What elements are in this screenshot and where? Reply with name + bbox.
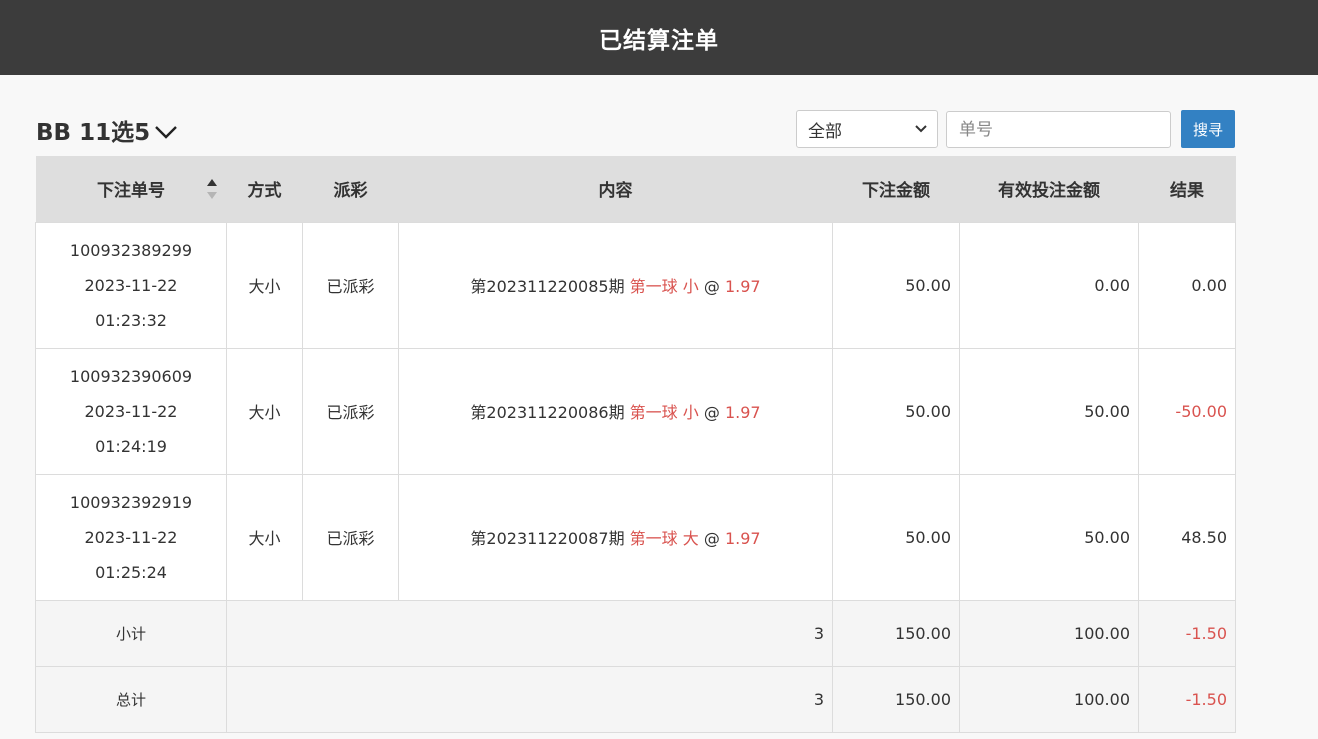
total-row: 总计 3 150.00 100.00 -1.50: [35, 665, 1236, 733]
method-cell: 大小: [226, 473, 303, 601]
method-cell: 大小: [226, 221, 303, 349]
table-row: 100932389299 2023-11-22 01:23:32 大小 已派彩 …: [35, 221, 1236, 349]
table-row: 100932390609 2023-11-22 01:24:19 大小 已派彩 …: [35, 347, 1236, 475]
valid-amount-cell: 50.00: [959, 473, 1139, 601]
content-odds: 1.97: [724, 403, 761, 422]
valid-amount-cell: 50.00: [959, 347, 1139, 475]
result-cell: -50.00: [1138, 347, 1236, 475]
column-header-valid-amount: 有效投注金额: [959, 156, 1139, 222]
order-date: 2023-11-22: [84, 401, 178, 421]
subtotal-label: 小计: [35, 599, 227, 667]
content-period: 第202311220086期: [470, 403, 625, 422]
content-period: 第202311220087期: [470, 529, 625, 548]
payout-cell: 已派彩: [302, 347, 399, 475]
column-header-order-no[interactable]: 下注单号: [35, 156, 227, 222]
game-selector[interactable]: BB 11选5: [36, 113, 178, 147]
order-time: 01:25:24: [95, 562, 167, 582]
subtotal-count: 3: [226, 599, 833, 667]
order-cell: 100932392919 2023-11-22 01:25:24: [35, 473, 227, 601]
subtotal-amount: 150.00: [832, 599, 960, 667]
content-period: 第202311220085期: [470, 277, 625, 296]
content-cell: 第202311220086期 第一球 小 @ 1.97: [398, 347, 833, 475]
bet-table: 下注单号 方式 派彩 内容 下注金额 有效投注金额 结果 10093238929…: [35, 156, 1236, 733]
subtotal-valid-amount: 100.00: [959, 599, 1139, 667]
chevron-down-icon: [155, 125, 177, 139]
amount-cell: 50.00: [832, 347, 960, 475]
subtotal-row: 小计 3 150.00 100.00 -1.50: [35, 599, 1236, 667]
content-odds: 1.97: [724, 277, 761, 296]
content-bet: 第一球 小: [629, 277, 699, 296]
sort-arrows-icon[interactable]: [206, 178, 218, 200]
order-time: 01:24:19: [95, 436, 167, 456]
status-filter-select[interactable]: 全部: [796, 110, 938, 148]
total-label: 总计: [35, 665, 227, 733]
content-odds: 1.97: [724, 529, 761, 548]
content-at: @: [703, 529, 720, 548]
payout-cell: 已派彩: [302, 221, 399, 349]
total-result: -1.50: [1138, 665, 1236, 733]
order-number: 100932389299: [69, 240, 193, 260]
column-header-result: 结果: [1138, 156, 1236, 222]
order-number-input[interactable]: [946, 111, 1171, 148]
order-cell: 100932390609 2023-11-22 01:24:19: [35, 347, 227, 475]
valid-amount-cell: 0.00: [959, 221, 1139, 349]
table-header-row: 下注单号 方式 派彩 内容 下注金额 有效投注金额 结果: [35, 156, 1236, 222]
order-cell: 100932389299 2023-11-22 01:23:32: [35, 221, 227, 349]
column-header-content: 内容: [398, 156, 833, 222]
subtotal-result: -1.50: [1138, 599, 1236, 667]
content-bet: 第一球 大: [629, 529, 699, 548]
column-header-method: 方式: [226, 156, 303, 222]
content-cell: 第202311220087期 第一球 大 @ 1.97: [398, 473, 833, 601]
content-at: @: [703, 403, 720, 422]
content-at: @: [703, 277, 720, 296]
amount-cell: 50.00: [832, 221, 960, 349]
order-date: 2023-11-22: [84, 527, 178, 547]
payout-cell: 已派彩: [302, 473, 399, 601]
page-header: 已结算注单: [0, 0, 1318, 75]
method-cell: 大小: [226, 347, 303, 475]
total-count: 3: [226, 665, 833, 733]
column-header-payout: 派彩: [302, 156, 399, 222]
content-cell: 第202311220085期 第一球 小 @ 1.97: [398, 221, 833, 349]
order-number: 100932390609: [69, 366, 193, 386]
content-bet: 第一球 小: [629, 403, 699, 422]
order-time: 01:23:32: [95, 310, 167, 330]
result-cell: 48.50: [1138, 473, 1236, 601]
amount-cell: 50.00: [832, 473, 960, 601]
total-valid-amount: 100.00: [959, 665, 1139, 733]
total-amount: 150.00: [832, 665, 960, 733]
order-number: 100932392919: [69, 492, 193, 512]
select-chevron-icon: [915, 125, 927, 133]
order-date: 2023-11-22: [84, 275, 178, 295]
table-row: 100932392919 2023-11-22 01:25:24 大小 已派彩 …: [35, 473, 1236, 601]
search-button[interactable]: 搜寻: [1181, 110, 1235, 148]
game-title: BB 11选5: [36, 120, 151, 146]
result-cell: 0.00: [1138, 221, 1236, 349]
page-title: 已结算注单: [599, 27, 719, 54]
column-header-amount: 下注金额: [832, 156, 960, 222]
status-filter-value: 全部: [808, 121, 842, 142]
